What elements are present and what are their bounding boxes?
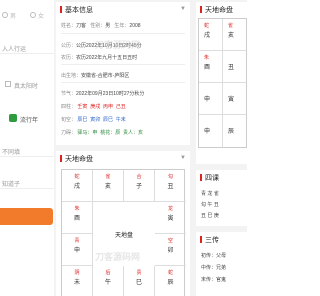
palace-cell: 阴未 — [62, 266, 93, 296]
sanchuan-card: 三传 初传：父母 中传：兄弟 末传：官鬼 — [196, 232, 247, 296]
option-field-1[interactable]: 不同填 — [0, 143, 54, 157]
palace-cell: 空卯 — [155, 234, 186, 266]
palace-cell: 勾丑 — [155, 170, 186, 202]
section-marker — [60, 155, 62, 162]
siker-card: 四课 青 龙 雀 勾 午 丑 丑 巳 庚 — [196, 170, 247, 226]
gender-female-label: 女 — [38, 14, 45, 20]
palace-cell: 蛇辰 — [167, 270, 174, 286]
tiandi-card: 天地命盘 ▼ 蛇戌 雀亥 合子 勾丑 朱酉 青申 天地盘 龙 寅 空 卯 阴 未… — [56, 151, 190, 296]
gender-selector: 男 女 — [0, 9, 54, 21]
palace-cell: 蛇戌 — [62, 170, 93, 202]
sanchuan-title: 三传 — [205, 237, 219, 244]
name-row: 姓名：刀客 性别：男 生年：2008 — [61, 23, 141, 29]
right-tiandi-card: 天地命盘 蛇戌 雀亥 朱酉 丑 申 寅 申 辰 — [196, 2, 247, 164]
palace-cell: 龙寅 — [155, 202, 186, 234]
right-tiandi-header[interactable]: 天地命盘 — [196, 2, 247, 16]
right-tiandi-title: 天地命盘 — [205, 7, 233, 14]
tiandi-title: 天地命盘 — [65, 156, 93, 163]
jieqi-row: 节气：2022年09月23日10时27分秋分 — [61, 91, 145, 97]
xunkong-row: 旬空： 辰巳 寅卯 辰巳 午未 — [61, 117, 126, 123]
right-panel: 天地命盘 蛇戌 雀亥 朱酉 丑 申 寅 申 辰 四课 青 龙 雀 勾 午 丑 丑… — [194, 0, 247, 296]
basic-info-title: 基本信息 — [65, 7, 93, 14]
watermark: 刀客源码网 — [95, 252, 141, 262]
shaji-row: 刀碍： 驿马：申 桃花：辰 贵人：亥 — [61, 130, 144, 136]
section-marker — [60, 6, 62, 13]
form-panel: 男 女 入人行运 真太阳时 流行年 不同填 知道子 — [0, 0, 54, 296]
basic-info-card: 基本信息 ▼ 姓名：刀客 性别：男 生年：2008 公历：公历2022年10月1… — [56, 2, 190, 145]
lunar-date-row: 农历：农历2022年九月十五日丑时 — [61, 55, 138, 61]
gender-male-radio[interactable] — [2, 12, 8, 18]
chevron-down-icon[interactable]: ▼ — [180, 155, 186, 161]
palace-cell: 雀亥 — [93, 170, 124, 202]
chevron-down-icon[interactable]: ▼ — [180, 6, 186, 12]
submit-button[interactable] — [0, 208, 53, 225]
liunian-toggle[interactable] — [9, 114, 17, 122]
solar-time-label: 真太阳时 — [14, 84, 39, 90]
tiandi-header[interactable]: 天地命盘 ▼ — [56, 151, 190, 165]
liunian-label: 流行年 — [20, 118, 39, 124]
palace-cell: 青申 — [62, 234, 93, 266]
solar-time-checkbox[interactable] — [5, 81, 11, 87]
sanchuan-header[interactable]: 三传 — [196, 232, 247, 246]
basic-info-header[interactable]: 基本信息 ▼ — [56, 2, 190, 16]
gender-male-label: 男 — [10, 14, 17, 20]
right-tiandi-grid: 蛇戌 雀亥 朱酉 丑 申 寅 申 辰 — [198, 18, 247, 148]
watermark: 刀客源码网 — [95, 40, 141, 50]
option-field-2[interactable]: 知道子 — [0, 175, 54, 189]
palace-cell: 合子 — [124, 170, 155, 202]
tiandi-grid: 蛇戌 雀亥 合子 勾丑 朱酉 青申 天地盘 龙 寅 空 卯 阴 未 后 午 贵 … — [61, 169, 186, 296]
palace-cell: 后午 — [93, 266, 124, 296]
palace-cell: 贵巳 — [124, 266, 155, 296]
siker-header[interactable]: 四课 — [196, 170, 247, 184]
palace-cell: 朱酉 — [62, 202, 93, 234]
name-input[interactable]: 入人行运 — [0, 40, 54, 54]
sizhu-row: 四柱： 壬寅 庚戌 丙申 己丑 — [61, 104, 126, 110]
gender-female-radio[interactable] — [30, 12, 36, 18]
birthplace-row: 出生地：安徽省-合肥市-庐阳区 — [61, 73, 130, 79]
siker-title: 四课 — [205, 175, 219, 182]
